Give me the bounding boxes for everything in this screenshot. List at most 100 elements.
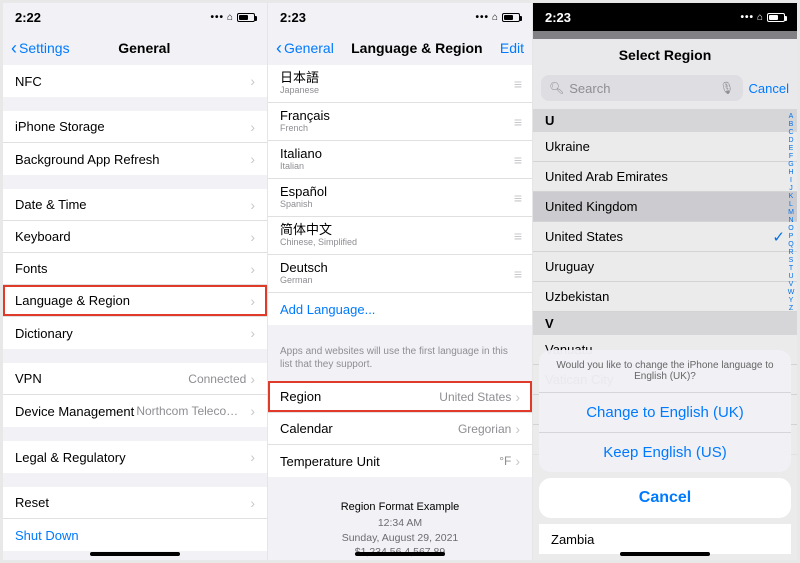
row-language-region[interactable]: Language & Region› (3, 285, 267, 317)
region-format-example: Region Format Example 12:34 AM Sunday, A… (268, 491, 532, 560)
region-list[interactable]: U UkraineUnited Arab EmiratesUnited King… (533, 109, 797, 560)
language-english: Spanish (280, 200, 327, 210)
settings-list: NFC› iPhone Storage› Background App Refr… (3, 65, 267, 560)
row-background-app-refresh[interactable]: Background App Refresh› (3, 143, 267, 175)
region-row-zambia[interactable]: Zambia (539, 524, 791, 554)
row-iphone-storage[interactable]: iPhone Storage› (3, 111, 267, 143)
chevron-right-icon: › (250, 73, 255, 89)
row-vpn[interactable]: VPNConnected› (3, 363, 267, 395)
wifi-icon: ⌂ (227, 12, 234, 23)
reorder-handle-icon[interactable]: ≡ (514, 228, 520, 244)
back-button[interactable]: ‹Settings (11, 39, 70, 57)
row-nfc[interactable]: NFC› (3, 65, 267, 97)
page-title: Language & Region (351, 40, 482, 56)
chevron-right-icon: › (250, 229, 255, 245)
chevron-right-icon: › (515, 453, 520, 469)
action-sheet: Would you like to change the iPhone lang… (539, 350, 791, 554)
row-legal[interactable]: Legal & Regulatory› (3, 441, 267, 473)
search-cancel-button[interactable]: Cancel (749, 81, 789, 96)
home-indicator[interactable] (90, 552, 180, 556)
language-native: Français (280, 109, 330, 123)
chevron-right-icon: › (250, 449, 255, 465)
action-sheet-overlay: Would you like to change the iPhone lang… (533, 109, 797, 560)
navbar: ‹General Language & Region Edit (268, 31, 532, 65)
action-change-language-button[interactable]: Change to English (UK) (539, 393, 791, 433)
language-row[interactable]: DeutschGerman ≡ (268, 255, 532, 293)
language-english: German (280, 276, 328, 286)
row-temperature[interactable]: Temperature Unit°F› (268, 445, 532, 477)
row-dictionary[interactable]: Dictionary› (3, 317, 267, 349)
chevron-left-icon: ‹ (11, 39, 17, 57)
status-icons: ••• ⌂ (210, 12, 255, 23)
reorder-handle-icon[interactable]: ≡ (514, 76, 520, 92)
phone-select-region: 2:23 ••• ⌂ Select Region 🔍︎ Search 🎙︎ Ca… (533, 3, 797, 560)
chevron-right-icon: › (250, 197, 255, 213)
chevron-right-icon: › (250, 325, 255, 341)
mic-icon[interactable]: 🎙︎ (719, 81, 734, 95)
sheet-title: Select Region (533, 39, 797, 71)
chevron-right-icon: › (250, 403, 255, 419)
back-label: Settings (19, 40, 70, 56)
signal-icon: ••• (475, 12, 489, 23)
add-language-button[interactable]: Add Language... (268, 293, 532, 325)
home-indicator[interactable] (355, 552, 445, 556)
search-input[interactable]: 🔍︎ Search 🎙︎ (541, 75, 743, 101)
clock: 2:22 (15, 10, 41, 25)
chevron-right-icon: › (250, 119, 255, 135)
chevron-right-icon: › (250, 293, 255, 309)
page-title: General (118, 40, 170, 56)
row-shut-down[interactable]: Shut Down (3, 519, 267, 551)
action-cancel-button[interactable]: Cancel (539, 478, 791, 518)
status-icons: ••• ⌂ (475, 12, 520, 23)
battery-icon (767, 13, 785, 22)
language-native: Deutsch (280, 261, 328, 275)
chevron-right-icon: › (250, 371, 255, 387)
chevron-right-icon: › (250, 261, 255, 277)
row-fonts[interactable]: Fonts› (3, 253, 267, 285)
row-calendar[interactable]: CalendarGregorian› (268, 413, 532, 445)
battery-icon (502, 13, 520, 22)
language-row[interactable]: ItalianoItalian ≡ (268, 141, 532, 179)
chevron-left-icon: ‹ (276, 39, 282, 57)
clock: 2:23 (545, 10, 571, 25)
back-label: General (284, 40, 334, 56)
search-bar: 🔍︎ Search 🎙︎ Cancel (533, 71, 797, 109)
language-row[interactable]: FrançaisFrench ≡ (268, 103, 532, 141)
language-native: Italiano (280, 147, 322, 161)
action-sheet-message: Would you like to change the iPhone lang… (539, 350, 791, 393)
reorder-handle-icon[interactable]: ≡ (514, 114, 520, 130)
edit-button[interactable]: Edit (500, 40, 524, 56)
row-region[interactable]: RegionUnited States› (268, 381, 532, 413)
reorder-handle-icon[interactable]: ≡ (514, 266, 520, 282)
search-placeholder: Search (569, 81, 610, 96)
clock: 2:23 (280, 10, 306, 25)
language-row[interactable]: EspañolSpanish ≡ (268, 179, 532, 217)
row-reset[interactable]: Reset› (3, 487, 267, 519)
signal-icon: ••• (740, 12, 754, 23)
language-english: Italian (280, 162, 322, 172)
reorder-handle-icon[interactable]: ≡ (514, 152, 520, 168)
battery-icon (237, 13, 255, 22)
phone-language-region: 2:23 ••• ⌂ ‹General Language & Region Ed… (268, 3, 533, 560)
phone-general-settings: 2:22 ••• ⌂ ‹Settings General NFC› iPhone… (3, 3, 268, 560)
home-indicator[interactable] (620, 552, 710, 556)
language-row[interactable]: 简体中文Chinese, Simplified≡ (268, 217, 532, 255)
row-date-time[interactable]: Date & Time› (3, 189, 267, 221)
action-keep-language-button[interactable]: Keep English (US) (539, 433, 791, 472)
reorder-handle-icon[interactable]: ≡ (514, 190, 520, 206)
row-keyboard[interactable]: Keyboard› (3, 221, 267, 253)
status-bar: 2:22 ••• ⌂ (3, 3, 267, 31)
language-english: French (280, 124, 330, 134)
row-device-management[interactable]: Device ManagementNorthcom Telecommun...› (3, 395, 267, 427)
language-english: Japanese (280, 86, 319, 96)
status-icons: ••• ⌂ (740, 12, 785, 23)
language-native: 简体中文 (280, 223, 357, 237)
back-button[interactable]: ‹General (276, 39, 334, 57)
language-row[interactable]: 日本語Japanese≡ (268, 65, 532, 103)
wifi-icon: ⌂ (757, 12, 764, 23)
language-region-list: 日本語Japanese≡FrançaisFrench≡ItalianoItali… (268, 65, 532, 560)
status-bar: 2:23 ••• ⌂ (533, 3, 797, 31)
language-native: Español (280, 185, 327, 199)
chevron-right-icon: › (515, 389, 520, 405)
navbar: ‹Settings General (3, 31, 267, 65)
